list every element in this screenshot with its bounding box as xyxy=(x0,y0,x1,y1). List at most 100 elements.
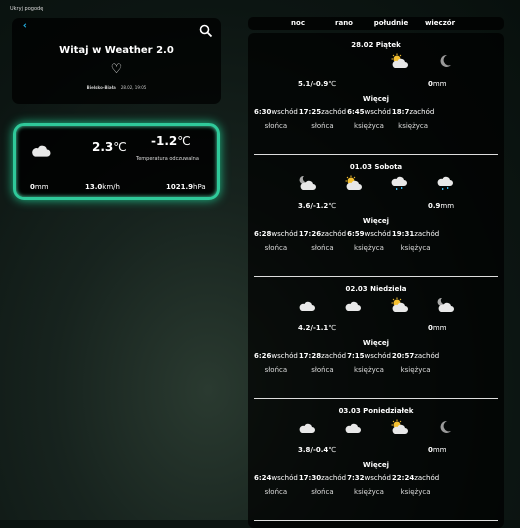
sunrise-sublabel: słońca xyxy=(264,488,288,496)
feels-like-temperature: -1.2℃ xyxy=(151,134,191,148)
sunset-time: 17:25 xyxy=(298,108,322,116)
moonset-time: 22:24 xyxy=(391,474,415,482)
sunset-time: 17:30 xyxy=(298,474,322,482)
welcome-title: Witaj w Weather 2.0 xyxy=(59,45,174,56)
moonrise-label: wschód xyxy=(364,230,391,238)
sunset-sublabel: słońca xyxy=(311,366,334,374)
cloud-icon xyxy=(298,419,316,435)
day-precipitation: 0.9mm xyxy=(428,202,455,210)
day-temperature: 5.1/-0.9℃ xyxy=(298,80,337,88)
more-button[interactable]: Więcej xyxy=(254,217,498,225)
sunset-info: 17:25 zachód słońca xyxy=(299,108,346,130)
moonrise-info: 7:32 wschód księżyca xyxy=(347,474,391,496)
cloud-icon xyxy=(344,297,362,313)
more-button[interactable]: Więcej xyxy=(254,339,498,347)
sunset-sublabel: słońca xyxy=(311,244,334,252)
sunset-info: 17:30 zachód słońca xyxy=(299,474,346,496)
day-title: 01.03 Sobota xyxy=(349,163,403,171)
current-temperature: 2.3℃ xyxy=(92,140,127,154)
moonset-sublabel: księżyca xyxy=(400,366,431,374)
sunrise-label: wschód xyxy=(271,230,298,238)
sunset-label: zachód xyxy=(321,474,347,482)
sunset-info: 17:28 zachód słońca xyxy=(299,352,346,374)
moonset-info: 18:7 zachód księżyca xyxy=(392,108,434,130)
sunset-time: 17:26 xyxy=(298,230,322,238)
moonrise-info: 6:45 wschód księżyca xyxy=(347,108,391,130)
night-cloudy-icon xyxy=(298,175,316,191)
partly-sunny-icon xyxy=(344,175,362,191)
partly-sunny-icon xyxy=(390,297,408,313)
datetime: 28.02, 19:05 xyxy=(120,85,147,90)
sunset-sublabel: słońca xyxy=(311,122,334,130)
day-temperature: 4.2/-1.1℃ xyxy=(298,324,337,332)
sunset-info: 17:26 zachód słońca xyxy=(299,230,346,252)
moonset-label: zachód xyxy=(414,352,440,360)
moonrise-sublabel: księżyca xyxy=(354,488,384,496)
moon-icon xyxy=(436,419,454,435)
sunrise-sublabel: słońca xyxy=(264,244,288,252)
forecast-panel: 28.02 Piątek 5.1/-0.9℃ 0mm Więcej 6:30 wschód… xyxy=(248,33,504,528)
day-title: 28.02 Piątek xyxy=(351,41,401,49)
header-morning: rano xyxy=(335,19,353,27)
moonrise-sublabel: księżyca xyxy=(354,122,384,130)
back-icon[interactable] xyxy=(23,23,28,28)
rain-icon xyxy=(390,175,408,191)
moonset-sublabel: księżyca xyxy=(400,488,431,496)
more-button[interactable]: Więcej xyxy=(254,95,498,103)
forecast-day: 01.03 Sobota 3.6/-1.2℃ 0.9mm Więcej 6:28 wsch… xyxy=(254,155,498,277)
moonset-info: 20:57 zachód księżyca xyxy=(392,352,439,374)
moonrise-time: 7:32 xyxy=(347,474,365,482)
sunset-label: zachód xyxy=(321,352,347,360)
moonset-sublabel: księżyca xyxy=(400,244,431,252)
partly-sunny-icon xyxy=(390,419,408,435)
sunrise-info: 6:30 wschód słońca xyxy=(254,108,298,130)
moonset-time: 19:31 xyxy=(391,230,415,238)
header-noon: południe xyxy=(373,19,409,27)
moonset-label: zachód xyxy=(414,230,440,238)
sunset-label: zachód xyxy=(321,230,347,238)
sunrise-info: 6:24 wschód słońca xyxy=(254,474,298,496)
night-cloudy-icon xyxy=(436,297,454,313)
sunset-time: 17:28 xyxy=(298,352,322,360)
cloud-icon xyxy=(298,297,316,313)
sunrise-sublabel: słońca xyxy=(264,366,288,374)
forecast-day: 03.03 Poniedziałek 3.8/-0.4℃ 0mm Więcej 6:24… xyxy=(254,399,498,521)
sunset-label: zachód xyxy=(321,108,347,116)
sunrise-time: 6:30 xyxy=(254,108,272,116)
sunset-sublabel: słońca xyxy=(311,488,334,496)
day-precipitation: 0mm xyxy=(428,80,447,88)
cloud-icon xyxy=(344,419,362,435)
header-evening: wieczór xyxy=(424,19,456,27)
feels-like-label: Temperatura odczuwalna xyxy=(136,156,199,162)
moonset-info: 19:31 zachód księżyca xyxy=(392,230,439,252)
moonrise-label: wschód xyxy=(364,352,391,360)
moonset-time: 18:7 xyxy=(391,108,410,116)
time-of-day-header: noc rano południe wieczór xyxy=(248,17,504,30)
moonrise-sublabel: księżyca xyxy=(354,244,384,252)
current-wind: 13.0km/h xyxy=(85,183,120,191)
forecast-day: 28.02 Piątek 5.1/-0.9℃ 0mm Więcej 6:30 wschód… xyxy=(254,33,498,155)
sunrise-info: 6:28 wschód słońca xyxy=(254,230,298,252)
moonset-info: 22:24 zachód księżyca xyxy=(392,474,439,496)
sunrise-label: wschód xyxy=(271,108,298,116)
forecast-day: 02.03 Niedziela 4.2/-1.1℃ 0mm Więcej 6:26 wsc… xyxy=(254,277,498,399)
more-button[interactable]: Więcej xyxy=(254,461,498,469)
search-icon[interactable] xyxy=(199,24,213,38)
favorite-heart-icon[interactable]: ♡ xyxy=(12,62,221,77)
moon-icon xyxy=(436,53,454,69)
partly-sunny-icon xyxy=(390,53,408,69)
hide-weather-button[interactable]: Ukryj pogodę xyxy=(10,6,43,12)
day-title: 02.03 Niedziela xyxy=(345,285,407,293)
day-precipitation: 0mm xyxy=(428,324,447,332)
day-temperature: 3.8/-0.4℃ xyxy=(298,446,337,454)
moonrise-info: 7:15 wschód księżyca xyxy=(347,352,391,374)
welcome-card: Witaj w Weather 2.0 ♡ Bielsko-Biała 28.02… xyxy=(12,18,221,104)
moonset-label: zachód xyxy=(409,108,435,116)
moonrise-label: wschód xyxy=(364,108,391,116)
current-precipitation: 0mm xyxy=(30,183,49,191)
current-pressure: 1021.9hPa xyxy=(166,183,206,191)
location-info: Bielsko-Biała 28.02, 19:05 xyxy=(12,85,221,90)
city-name: Bielsko-Biała xyxy=(86,85,116,90)
moonset-sublabel: księżyca xyxy=(398,122,429,130)
moonrise-time: 6:45 xyxy=(347,108,365,116)
